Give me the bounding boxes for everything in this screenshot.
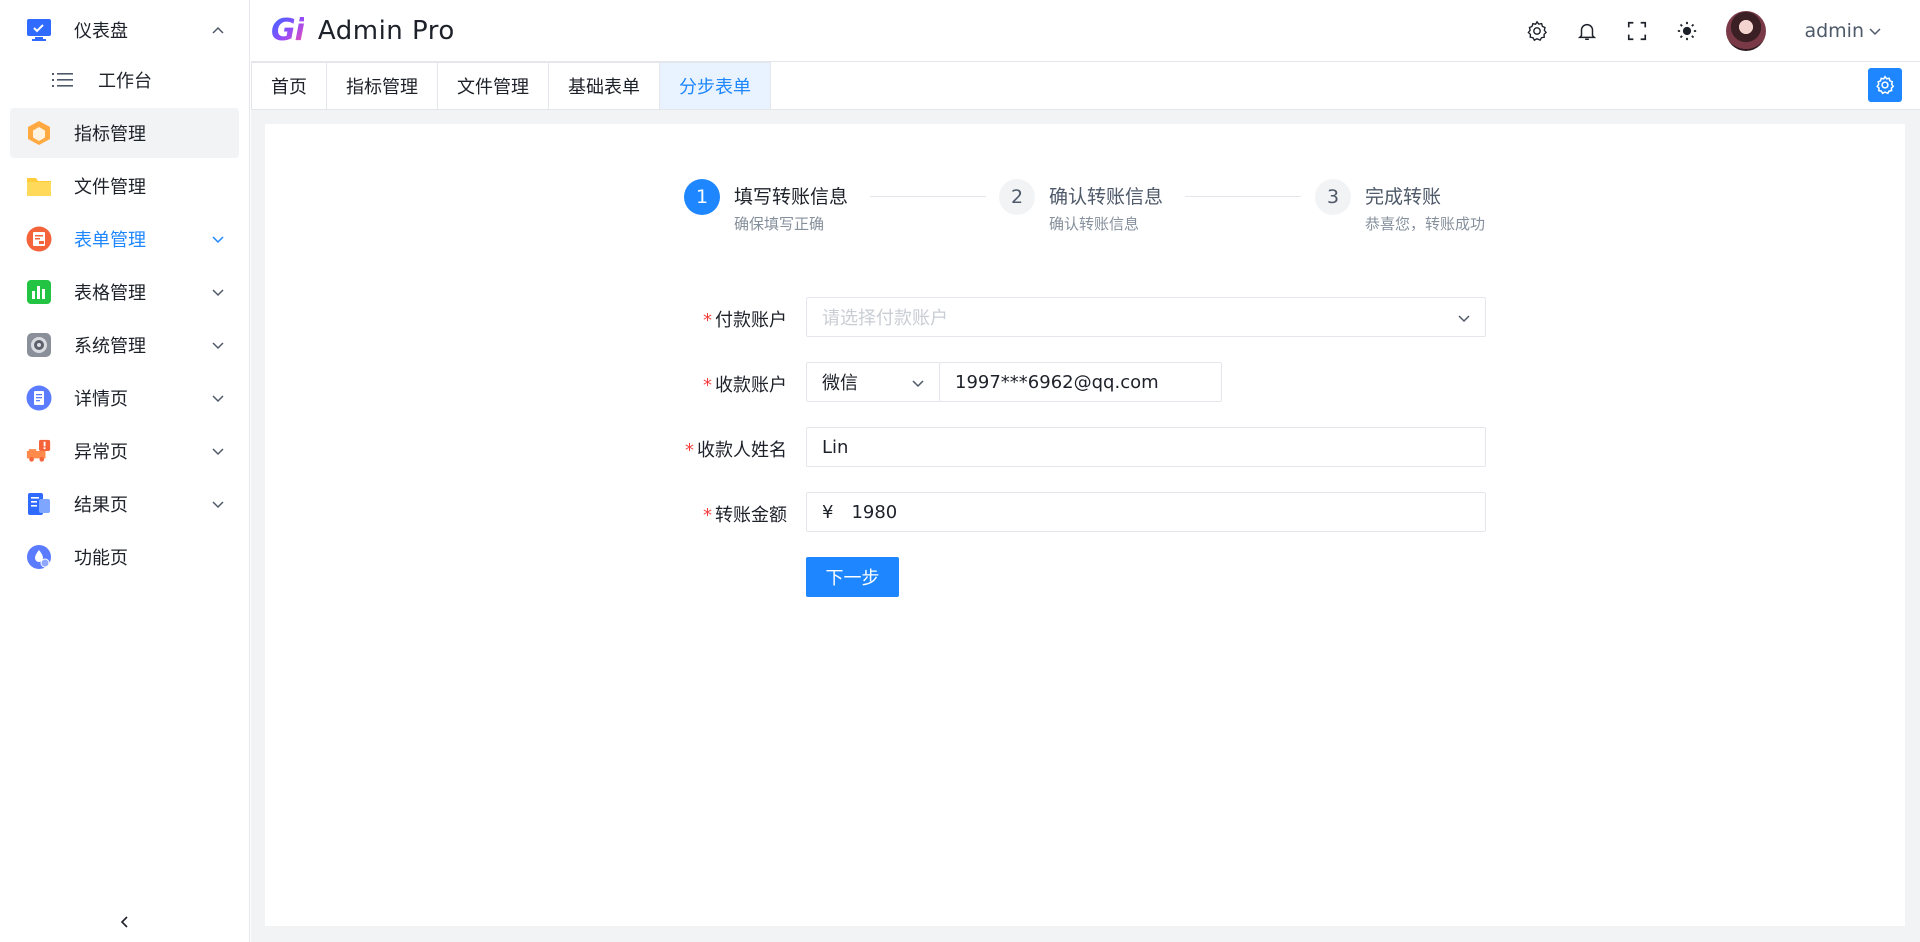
required-mark: * [703,310,712,331]
bell-icon[interactable] [1572,16,1602,46]
tab-files[interactable]: 文件管理 [438,62,549,110]
system-icon [26,332,52,358]
fullscreen-icon[interactable] [1622,16,1652,46]
chevron-up-icon [212,26,224,34]
sidebar-item-label: 表单管理 [74,230,146,251]
folder-icon [26,173,52,199]
input-value: 1997***6962@qq.com [955,371,1159,393]
label-text: 转账金额 [715,505,787,526]
app-logo[interactable]: Gi Admin Pro [271,13,455,48]
step-body: 确认转账信息 确认转账信息 [1049,179,1163,234]
receive-account-input[interactable]: 1997***6962@qq.com [939,362,1222,402]
step-number: 1 [684,179,720,215]
step-connector [870,196,986,197]
chevron-left-icon [120,916,128,928]
top-header: Gi Admin Pro admin [251,0,1920,62]
receive-type-select[interactable]: 微信 [806,362,940,402]
tabs: 首页 指标管理 文件管理 基础表单 分步表单 [251,62,1920,110]
step-title: 完成转账 [1365,186,1442,208]
form-icon [26,226,52,252]
header-actions: admin [1522,0,1920,62]
sidebar-item-label: 仪表盘 [74,21,128,42]
receive-account-label: * 收款账户 [0,371,787,397]
step-1: 1 填写转账信息 确保填写正确 [684,179,848,234]
chevron-down-icon [212,289,224,297]
sidebar-item-label: 表格管理 [74,283,146,304]
step-desc: 恭喜您，转账成功 [1365,215,1486,233]
theme-sun-icon[interactable] [1672,16,1702,46]
app-title: Admin Pro [317,15,455,46]
settings-icon[interactable] [1522,16,1552,46]
step-body: 完成转账 恭喜您，转账成功 [1365,179,1485,234]
next-step-button[interactable]: 下一步 [806,557,899,597]
input-value: 1980 [851,501,898,523]
sidebar-menu: 仪表盘 工作台 指标管理 文件管理 表单管理 表格管理 系统管理 详情页 异常页… [0,0,249,582]
required-mark: * [685,440,694,461]
receiver-name-input[interactable]: Lin [806,427,1486,467]
step-connector [1185,196,1301,197]
label-text: 收款账户 [715,375,787,396]
monitor-icon [26,17,52,43]
step-title: 填写转账信息 [734,186,849,208]
step-desc: 确保填写正确 [734,215,825,233]
step-2: 2 确认转账信息 确认转账信息 [999,179,1163,234]
avatar[interactable] [1726,11,1767,51]
amount-label: * 转账金额 [0,501,787,527]
required-mark: * [703,375,712,396]
chevron-down-icon [212,236,224,244]
settings-icon [1876,75,1895,95]
chevron-down-icon [212,342,224,350]
function-icon [26,544,52,570]
pay-account-select[interactable]: 请选择付款账户 [806,297,1486,337]
sidebar-item-files[interactable]: 文件管理 [10,161,239,211]
tab-bar: 首页 指标管理 文件管理 基础表单 分步表单 [251,62,1920,110]
tab-metrics[interactable]: 指标管理 [327,62,438,110]
receiver-name-label: * 收款人姓名 [0,436,787,462]
app-root: 仪表盘 工作台 指标管理 文件管理 表单管理 表格管理 系统管理 详情页 异常页… [0,0,1920,942]
pay-account-label: * 付款账户 [0,306,787,332]
sidebar-item-forms[interactable]: 表单管理 [10,214,239,264]
chevron-down-icon [1458,315,1470,323]
sidebar-item-metrics[interactable]: 指标管理 [10,108,239,158]
sidebar-item-label: 工作台 [98,71,152,92]
sidebar-item-label: 系统管理 [74,336,146,357]
step-number: 3 [1315,179,1351,215]
amount-input[interactable]: ¥ 1980 [806,492,1486,532]
sidebar-item-label: 指标管理 [74,124,146,145]
bar-chart-icon [26,279,52,305]
sidebar-collapse-button[interactable] [115,912,135,932]
select-placeholder: 请选择付款账户 [822,308,948,329]
sidebar-item-workbench[interactable]: 工作台 [10,55,239,105]
sidebar-item-functions[interactable]: 功能页 [10,532,239,582]
tab-step-form[interactable]: 分步表单 [660,62,771,110]
required-mark: * [703,505,712,526]
label-text: 付款账户 [715,310,787,331]
user-menu[interactable]: admin [1804,20,1882,42]
step-3: 3 完成转账 恭喜您，转账成功 [1315,179,1485,234]
step-number: 2 [999,179,1035,215]
hexagon-icon [26,120,52,146]
select-value: 微信 [822,373,858,394]
tab-basic-form[interactable]: 基础表单 [549,62,660,110]
sidebar-item-dashboard[interactable]: 仪表盘 [10,5,239,55]
label-text: 收款人姓名 [697,440,787,461]
user-name: admin [1804,20,1864,42]
logo-mark: Gi [271,13,305,48]
input-value: Lin [822,436,849,458]
step-title: 确认转账信息 [1049,186,1164,208]
sidebar: 仪表盘 工作台 指标管理 文件管理 表单管理 表格管理 系统管理 详情页 异常页… [0,0,250,942]
step-desc: 确认转账信息 [1049,215,1140,233]
sidebar-item-label: 文件管理 [74,177,146,198]
tab-settings-button[interactable] [1868,68,1902,102]
list-icon [50,67,76,93]
currency-prefix: ¥ [822,501,834,523]
sidebar-item-label: 功能页 [74,548,128,569]
chevron-down-icon [1869,28,1881,36]
step-body: 填写转账信息 确保填写正确 [734,179,848,234]
chevron-down-icon [912,380,924,388]
tab-home[interactable]: 首页 [251,62,327,110]
